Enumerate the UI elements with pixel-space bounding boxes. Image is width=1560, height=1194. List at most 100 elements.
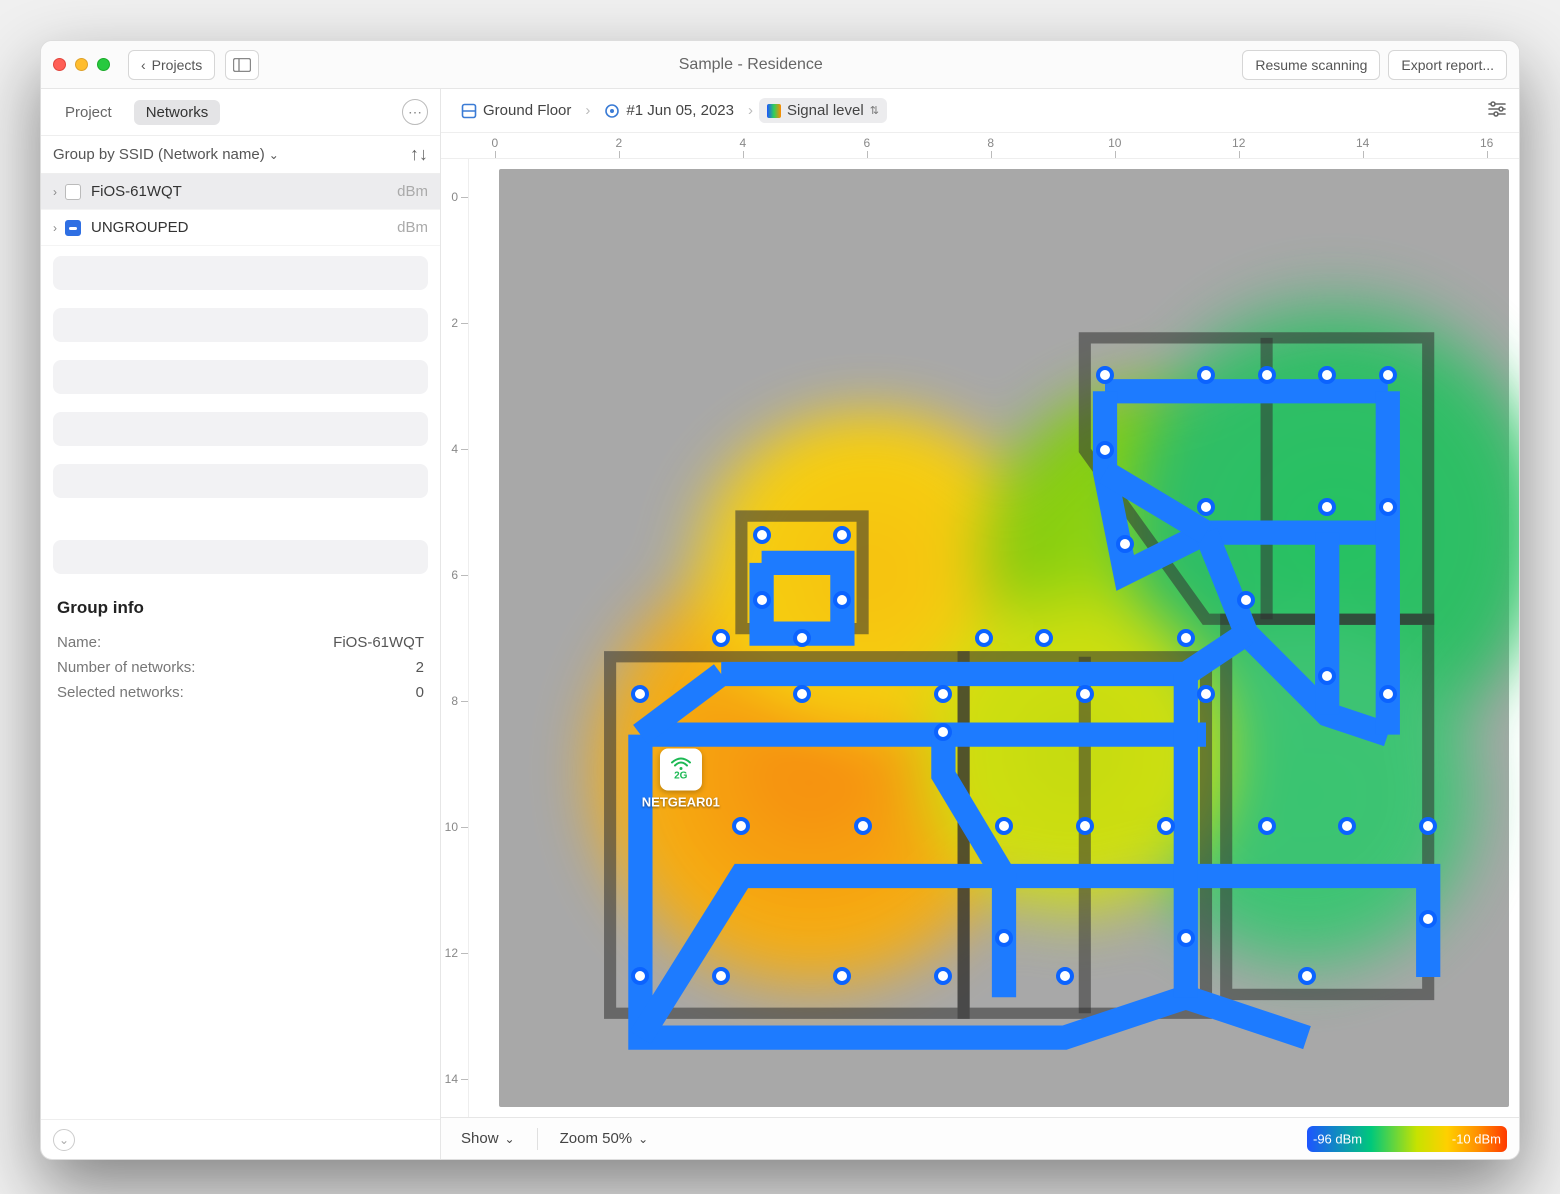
survey-point[interactable] [1116,535,1134,553]
network-checkbox[interactable] [65,184,81,200]
main-area: Ground Floor › #1 Jun 05, 2023 › Signal … [441,89,1519,1159]
network-name: FiOS-61WQT [91,183,182,200]
network-list: › FiOS-61WQT dBm › UNGROUPED dBm [41,174,440,246]
survey-point[interactable] [1076,685,1094,703]
group-info-count-value: 2 [416,659,424,676]
chevron-right-icon: › [748,102,753,119]
close-window-button[interactable] [53,58,66,71]
survey-point[interactable] [995,817,1013,835]
survey-point[interactable] [1258,366,1276,384]
group-by-label: Group by SSID (Network name) [53,146,265,163]
group-info-name-label: Name: [57,634,101,651]
survey-point[interactable] [854,817,872,835]
network-item-ungrouped[interactable]: › UNGROUPED dBm [41,210,440,246]
survey-point[interactable] [1318,366,1336,384]
ap-card: 2G [660,748,702,790]
placeholder-row [53,464,428,498]
placeholder-row [53,412,428,446]
survey-point[interactable] [995,929,1013,947]
breadcrumb-survey[interactable]: #1 Jun 05, 2023 [596,98,742,123]
survey-point[interactable] [1177,629,1195,647]
visualization-dropdown[interactable]: Signal level ⇅ [759,98,887,123]
survey-point[interactable] [732,817,750,835]
canvas[interactable]: 2G NETGEAR01 [469,159,1519,1117]
survey-point[interactable] [1338,817,1356,835]
export-report-button[interactable]: Export report... [1388,50,1507,80]
survey-point[interactable] [1318,667,1336,685]
survey-point[interactable] [753,591,771,609]
breadcrumb-floor[interactable]: Ground Floor [453,98,579,123]
sidebar-more-button[interactable]: ⋯ [402,99,428,125]
survey-point[interactable] [712,629,730,647]
placeholder-row [53,308,428,342]
network-unit: dBm [397,183,428,200]
survey-point[interactable] [975,629,993,647]
settings-sliders-button[interactable] [1487,100,1507,122]
sidebar-tabs: Project Networks ⋯ [41,89,440,136]
survey-point[interactable] [793,685,811,703]
back-to-projects-button[interactable]: ‹ Projects [128,50,215,80]
tab-project[interactable]: Project [53,100,124,125]
survey-point[interactable] [631,967,649,985]
survey-point[interactable] [712,967,730,985]
show-dropdown[interactable]: Show ⌄ [453,1126,523,1151]
survey-point[interactable] [1096,366,1114,384]
legend-max-label: -10 dBm [1452,1131,1501,1146]
survey-point[interactable] [833,526,851,544]
network-checkbox-mixed[interactable] [65,220,81,236]
access-point-marker[interactable]: 2G NETGEAR01 [642,748,720,809]
survey-point[interactable] [1197,498,1215,516]
survey-point[interactable] [1318,498,1336,516]
ap-band: 2G [674,771,687,782]
survey-point[interactable] [934,685,952,703]
chevron-down-icon: ⌄ [638,1132,648,1146]
network-item-fios[interactable]: › FiOS-61WQT dBm [41,174,440,210]
visualization-label: Signal level [787,102,864,119]
sort-toggle-button[interactable]: ↑↓ [410,144,428,165]
survey-point[interactable] [1035,629,1053,647]
traffic-lights [53,58,110,71]
survey-point[interactable] [1076,817,1094,835]
survey-point[interactable] [1419,817,1437,835]
survey-point[interactable] [1056,967,1074,985]
survey-point[interactable] [1379,498,1397,516]
survey-path-layer [499,169,1509,1117]
horizontal-ruler: 0246810121416 [441,133,1519,159]
survey-point[interactable] [833,591,851,609]
sidebar-toggle-button[interactable] [225,50,259,80]
survey-point[interactable] [1177,929,1195,947]
network-unit: dBm [397,219,428,236]
minimize-window-button[interactable] [75,58,88,71]
collapse-sidebar-button[interactable]: ⌄ [53,1129,75,1151]
survey-point[interactable] [1197,366,1215,384]
survey-point[interactable] [1197,685,1215,703]
survey-point[interactable] [631,685,649,703]
survey-point[interactable] [1237,591,1255,609]
tab-networks[interactable]: Networks [134,100,221,125]
survey-point[interactable] [1379,685,1397,703]
chevron-down-icon: ⌄ [505,1132,515,1146]
survey-point[interactable] [1157,817,1175,835]
resume-scanning-button[interactable]: Resume scanning [1242,50,1380,80]
back-label: Projects [152,57,203,73]
signal-legend: -96 dBm -10 dBm [1307,1126,1507,1152]
group-info-selected-value: 0 [416,684,424,701]
survey-point[interactable] [934,967,952,985]
separator [537,1128,538,1150]
survey-point[interactable] [1379,366,1397,384]
survey-point[interactable] [753,526,771,544]
chevron-left-icon: ‹ [141,57,146,73]
zoom-window-button[interactable] [97,58,110,71]
chevron-right-icon: › [53,185,57,199]
survey-point[interactable] [1419,910,1437,928]
breadcrumb-floor-label: Ground Floor [483,102,571,119]
group-by-dropdown[interactable]: Group by SSID (Network name) ⌄ ↑↓ [41,136,440,174]
survey-point[interactable] [1258,817,1276,835]
survey-point[interactable] [1298,967,1316,985]
survey-point[interactable] [833,967,851,985]
survey-point[interactable] [1096,441,1114,459]
zoom-dropdown[interactable]: Zoom 50% ⌄ [552,1126,657,1151]
survey-point[interactable] [934,723,952,741]
breadcrumb-bar: Ground Floor › #1 Jun 05, 2023 › Signal … [441,89,1519,133]
survey-point[interactable] [793,629,811,647]
